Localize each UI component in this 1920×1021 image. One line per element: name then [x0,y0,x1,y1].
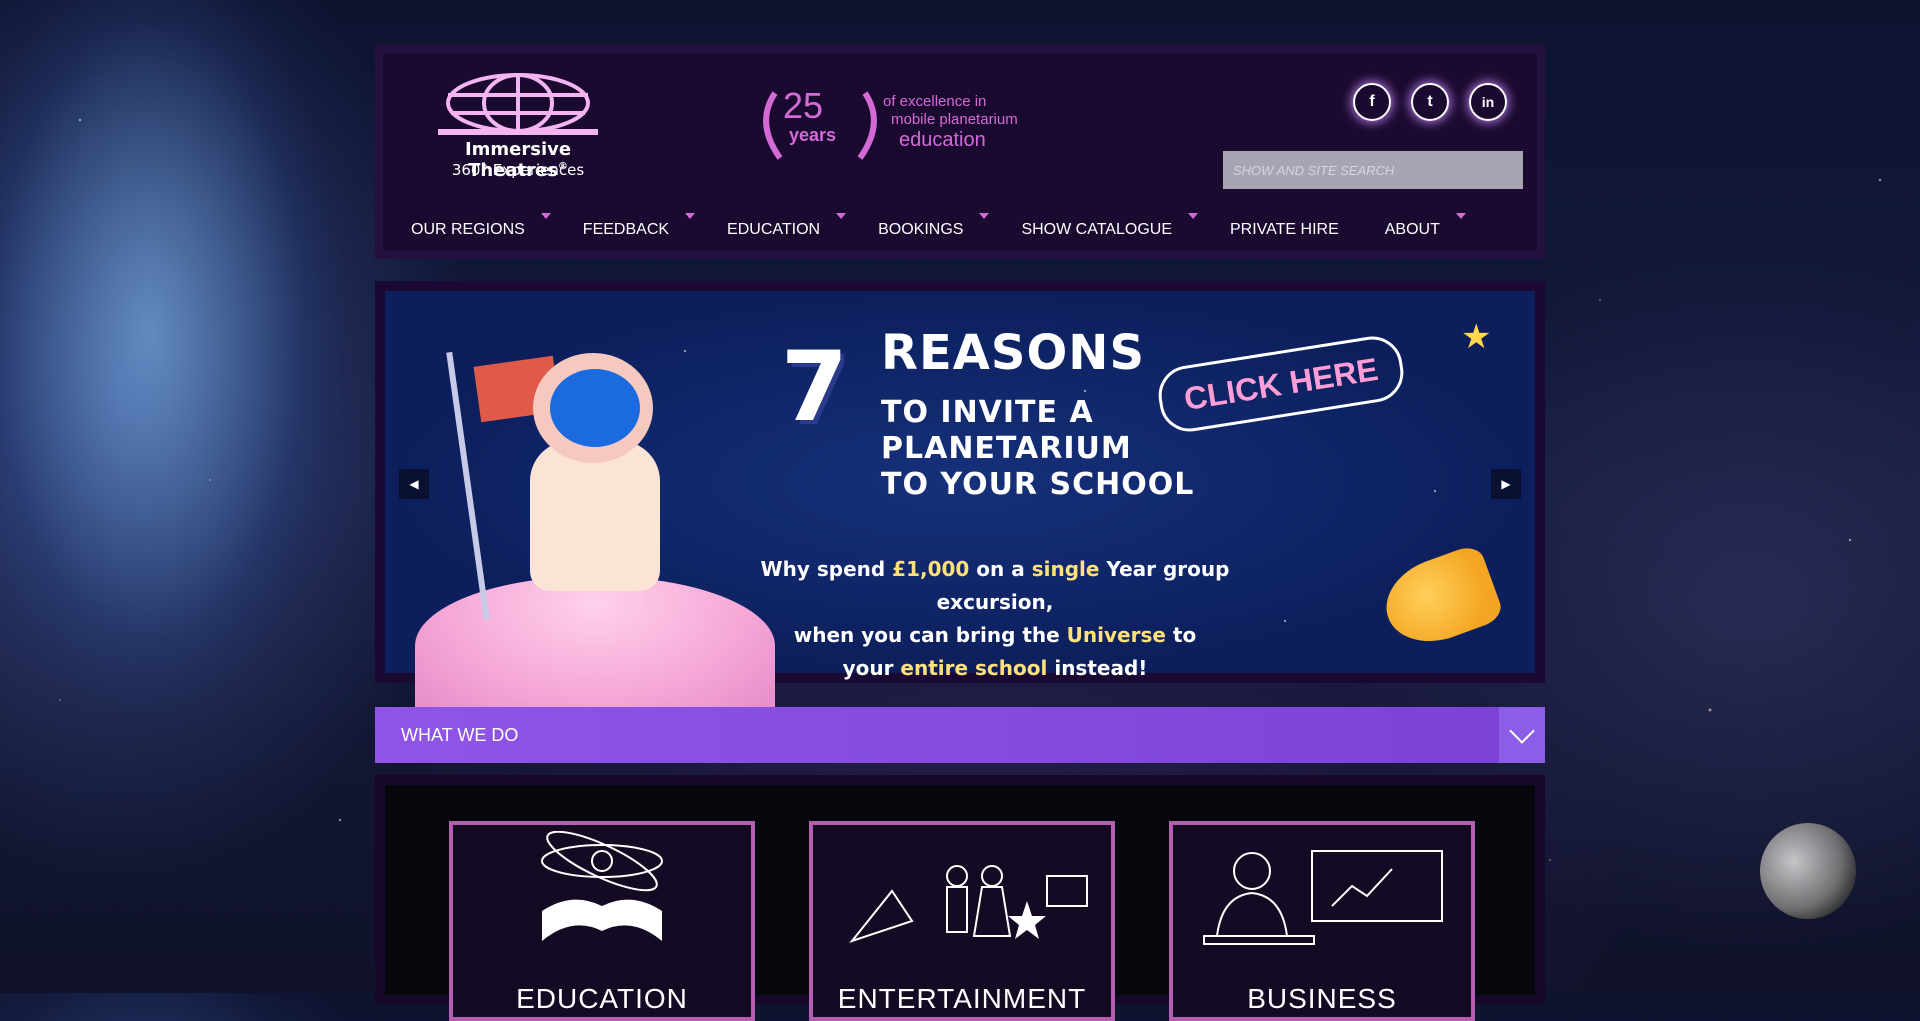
page-container: Immersive Theatres® 360° Experiences 25 … [375,45,1545,1021]
twitter-icon[interactable]: t [1411,83,1449,121]
caret-left-icon: ◀ [409,477,419,491]
accordion-toggle-button[interactable] [1499,707,1545,763]
logo-subtitle: 360° Experiences [451,161,585,179]
card-business[interactable]: BUSINESS [1169,821,1475,1021]
card-entertainment[interactable]: ENTERTAINMENT [809,821,1115,1021]
facebook-icon[interactable]: f [1353,83,1391,121]
open-book-icon [541,831,663,941]
badge-years: years [789,125,837,145]
chevron-down-icon [1509,718,1535,744]
slide-line-3: TO YOUR SCHOOL [881,467,1195,502]
anniversary-badge: 25 years of excellence in mobile planeta… [761,85,1061,165]
section-title: WHAT WE DO [401,724,519,745]
dropdown-caret-icon[interactable] [1455,213,1466,219]
main-nav: OUR REGIONS FEEDBACK EDUCATION BOOKINGS … [411,213,1498,239]
dropdown-caret-icon[interactable] [1187,213,1198,219]
card-label: ENTERTAINMENT [837,983,1087,1014]
celebration-icon [849,865,1088,944]
business-presentation-icon [1203,850,1443,945]
site-search-input[interactable] [1223,151,1523,189]
nav-item-feedback[interactable]: FEEDBACK [583,213,696,239]
nav-item-education[interactable]: EDUCATION [727,213,847,239]
dropdown-caret-icon[interactable] [685,213,696,219]
nav-item-our-regions[interactable]: OUR REGIONS [411,213,551,239]
what-we-do-cards: EDUCATION ENTERTAINMENT BUSINESS [375,775,1545,1021]
slider-prev-button[interactable]: ◀ [399,469,429,499]
dropdown-caret-icon[interactable] [979,213,990,219]
card-label: EDUCATION [516,983,688,1014]
nav-item-private-hire[interactable]: PRIVATE HIRE [1230,221,1339,239]
slide-headline: REASONS [881,325,1146,381]
astronaut-visor-illustration [550,369,640,447]
linkedin-icon[interactable]: in [1469,83,1507,121]
click-here-button[interactable]: CLICK HERE [1154,332,1408,436]
site-logo[interactable]: Immersive Theatres® 360° Experiences [413,71,623,181]
caret-right-icon: ▶ [1501,477,1511,491]
card-label: BUSINESS [1247,983,1397,1014]
card-education[interactable]: EDUCATION [449,821,755,1021]
moon-decoration [1760,823,1856,919]
astronaut-body-illustration [530,441,660,591]
nav-item-show-catalogue[interactable]: SHOW CATALOGUE [1021,213,1198,239]
slide-number: 7 [781,331,848,443]
nav-item-bookings[interactable]: BOOKINGS [878,213,990,239]
badge-line-3: education [899,129,986,151]
rocket-illustration [1374,542,1506,656]
star-icon: ★ [1461,317,1492,357]
slide-subtext: Why spend £1,000 on a single Year group … [760,557,1230,680]
what-we-do-header[interactable]: WHAT WE DO [375,707,1545,763]
badge-line-1: of excellence in [883,93,987,110]
badge-line-2: mobile planetarium [891,111,1018,128]
slide-line-1: TO INVITE A [881,395,1094,430]
site-header: Immersive Theatres® 360° Experiences 25 … [375,45,1545,259]
slide-line-2: PLANETARIUM [881,431,1132,466]
badge-number: 25 [783,85,824,126]
slider-next-button[interactable]: ▶ [1491,469,1521,499]
globe-logo-icon [438,73,598,135]
dropdown-caret-icon[interactable] [540,213,551,219]
social-links: f t in [1353,83,1507,121]
hero-slider[interactable]: 7 REASONS TO INVITE A PLANETARIUM TO YOU… [375,281,1545,716]
nav-item-about[interactable]: ABOUT [1385,213,1466,239]
dropdown-caret-icon[interactable] [836,213,847,219]
